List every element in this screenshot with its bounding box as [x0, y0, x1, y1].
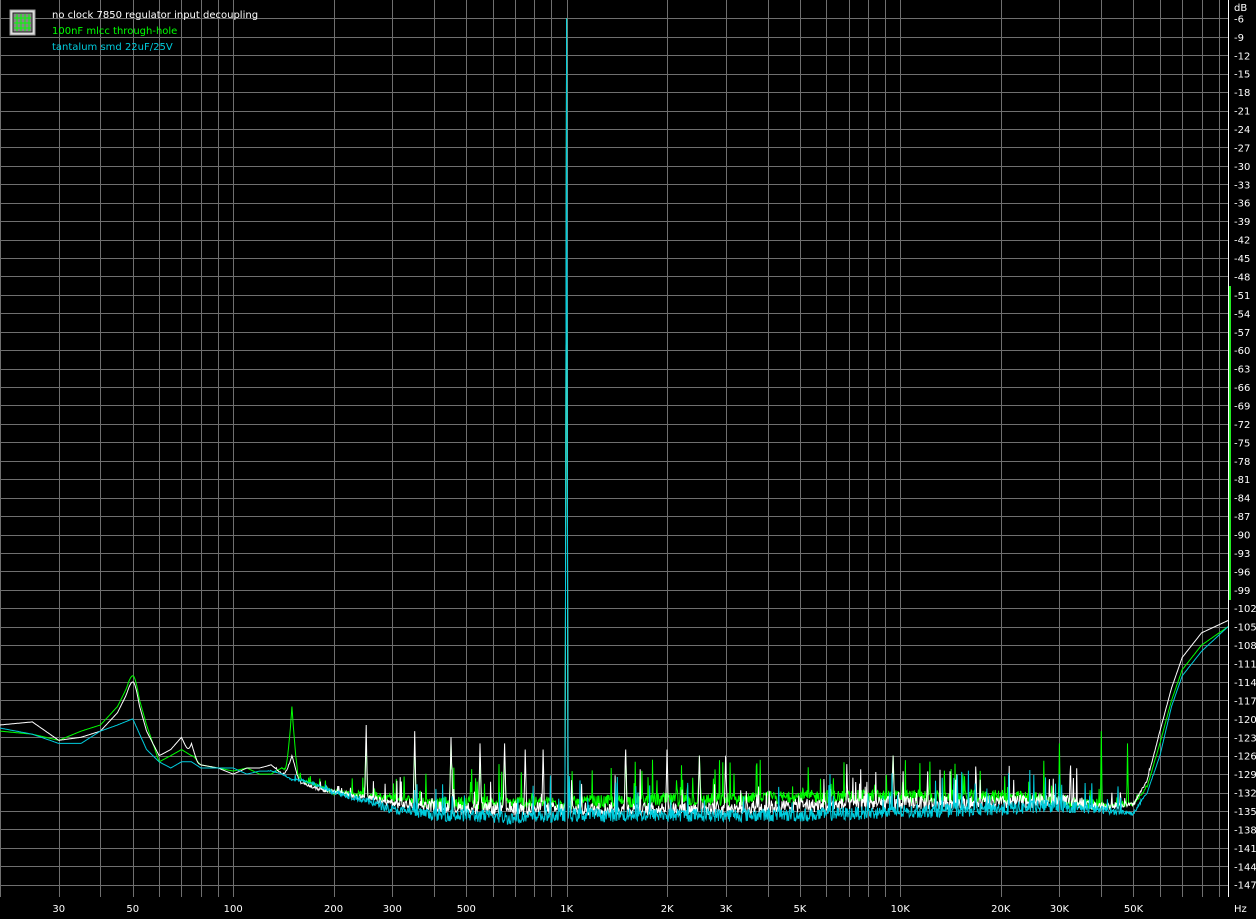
y-tick-label: -66	[1234, 383, 1250, 394]
y-tick-label: -24	[1234, 125, 1250, 136]
y-tick-label: -27	[1234, 143, 1250, 154]
y-tick-label: -36	[1234, 199, 1250, 210]
y-tick-label: -63	[1234, 365, 1250, 376]
y-tick-label: -111	[1234, 660, 1256, 671]
y-tick-label: -135	[1234, 807, 1256, 818]
y-tick-label: -99	[1234, 586, 1250, 597]
x-tick-label: 50K	[1124, 904, 1144, 915]
y-tick-label: -114	[1234, 678, 1256, 689]
x-tick-label: 1K	[560, 904, 573, 915]
y-tick-label: -144	[1234, 862, 1256, 873]
legend-entry-2: 100nF mlcc through-hole	[52, 26, 177, 37]
y-tick-label: -42	[1234, 236, 1250, 247]
y-tick-label: -57	[1234, 328, 1250, 339]
y-tick-label: -138	[1234, 825, 1256, 836]
y-tick-label: -60	[1234, 346, 1250, 357]
y-tick-label: -126	[1234, 752, 1256, 763]
y-tick-label: -105	[1234, 623, 1256, 634]
y-tick-label: -102	[1234, 604, 1256, 615]
y-tick-label: -33	[1234, 180, 1250, 191]
y-tick-label: -78	[1234, 457, 1250, 468]
y-tick-label: -117	[1234, 696, 1256, 707]
legend-entry-3: tantalum smd 22uF/25V	[52, 42, 173, 53]
x-tick-label: 3K	[719, 904, 732, 915]
y-tick-label: -39	[1234, 217, 1250, 228]
y-tick-label: -132	[1234, 789, 1256, 800]
y-tick-label: -93	[1234, 549, 1250, 560]
spectrum-chart: dB -6 -9 -12 -15 -18 -21 -24 -27 -30 -33 -36 -39 -42…	[0, 0, 1256, 915]
y-tick-label: -6	[1234, 14, 1244, 25]
x-axis: Hz 30 50 100 200 300 500 1K 2K 3K 5K 10K 20K 30K 50K	[52, 904, 1246, 915]
y-tick-label: -69	[1234, 401, 1250, 412]
y-tick-label: -87	[1234, 512, 1250, 523]
x-tick-label: 10K	[891, 904, 911, 915]
y-tick-label: -84	[1234, 494, 1250, 505]
x-tick-label: 100	[224, 904, 243, 915]
legend-entry-1: no clock 7850 regulator input decoupling	[52, 10, 258, 21]
y-tick-label: -129	[1234, 770, 1256, 781]
y-tick-label: -51	[1234, 291, 1250, 302]
x-tick-label: 20K	[991, 904, 1011, 915]
y-tick-label: -81	[1234, 475, 1250, 486]
x-tick-label: 50	[126, 904, 139, 915]
y-tick-label: -96	[1234, 567, 1250, 578]
y-tick-label: -54	[1234, 309, 1250, 320]
x-unit-label: Hz	[1234, 904, 1247, 915]
y-tick-label: -48	[1234, 272, 1250, 283]
y-tick-label: -18	[1234, 88, 1250, 99]
y-tick-label: -75	[1234, 438, 1250, 449]
x-tick-label: 500	[457, 904, 476, 915]
y-tick-label: -141	[1234, 844, 1256, 855]
y-tick-label: -30	[1234, 162, 1250, 173]
x-tick-label: 2K	[661, 904, 674, 915]
x-tick-label: 30	[52, 904, 65, 915]
y-tick-label: -72	[1234, 420, 1250, 431]
y-tick-label: -12	[1234, 51, 1250, 62]
y-tick-label: -123	[1234, 733, 1256, 744]
y-tick-label: -90	[1234, 531, 1250, 542]
x-tick-label: 30K	[1050, 904, 1070, 915]
y-tick-label: -147	[1234, 881, 1256, 892]
y-tick-label: -120	[1234, 715, 1256, 726]
y-tick-label: -108	[1234, 641, 1256, 652]
y-axis: dB -6 -9 -12 -15 -18 -21 -24 -27 -30 -33 -36 -39 -42…	[1234, 3, 1256, 892]
y-unit-label: dB	[1234, 3, 1247, 14]
y-tick-label: -45	[1234, 254, 1250, 265]
x-tick-label: 300	[383, 904, 402, 915]
x-tick-label: 200	[324, 904, 343, 915]
y-tick-label: -9	[1234, 33, 1244, 44]
x-tick-label: 5K	[793, 904, 806, 915]
y-tick-label: -21	[1234, 107, 1250, 118]
y-tick-label: -15	[1234, 70, 1250, 81]
